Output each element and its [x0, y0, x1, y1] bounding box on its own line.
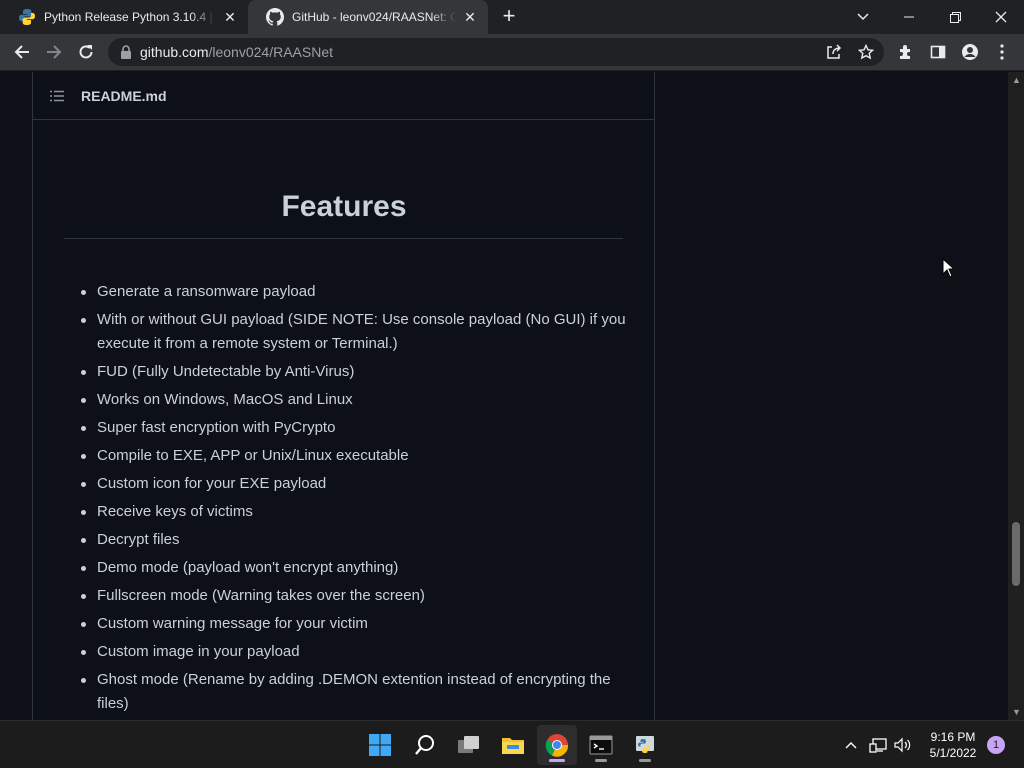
running-app-indicator [595, 759, 607, 762]
python-installer-icon [636, 736, 654, 753]
windows-logo-icon [369, 734, 391, 756]
search-button[interactable] [405, 725, 445, 765]
readme-container: README.md Features Generate a ransomware… [32, 72, 655, 720]
share-icon[interactable] [820, 38, 848, 66]
notification-badge[interactable]: 1 [987, 736, 1005, 754]
list-item: Demo mode (payload won't encrypt anythin… [81, 556, 627, 580]
task-view-icon [458, 736, 479, 753]
close-tab-icon[interactable]: ✕ [462, 9, 478, 25]
list-item: Compile to EXE, APP or Unix/Linux execut… [81, 444, 627, 468]
scroll-down-arrow-icon[interactable]: ▼ [1012, 708, 1021, 717]
back-button[interactable] [8, 38, 36, 66]
running-app-indicator [639, 759, 651, 762]
python-icon [19, 9, 35, 25]
clock-date: 5/1/2022 [929, 746, 977, 760]
browser-toolbar: github.com/leonv024/RAASNet [0, 34, 1024, 71]
list-item: Custom icon for your EXE payload [81, 472, 627, 496]
readme-filename[interactable]: README.md [81, 88, 167, 104]
system-clock[interactable]: 9:16 PM 5/1/2022 [920, 729, 986, 761]
tab-github-raasnet[interactable]: GitHub - leonv024/RAASNet: Open-Source R… [248, 0, 488, 34]
list-item: Custom warning message for your victim [81, 612, 627, 636]
github-icon [266, 8, 284, 26]
volume-icon[interactable] [893, 735, 913, 755]
network-icon[interactable] [868, 735, 888, 755]
restore-button[interactable] [932, 0, 978, 34]
list-item: Decrypt files [81, 528, 627, 552]
list-item: Super fast encryption with PyCrypto [81, 416, 627, 440]
tab-python-release[interactable]: Python Release Python 3.10.4 | Python.or… [0, 0, 248, 34]
task-view-button[interactable] [449, 725, 489, 765]
page-scrollbar[interactable]: ▲ ▼ [1008, 72, 1024, 720]
chrome-button[interactable] [537, 725, 577, 765]
chrome-icon [545, 734, 569, 757]
forward-button[interactable] [40, 38, 68, 66]
features-heading: Features [281, 190, 407, 223]
list-item: Ghost mode (Rename by adding .DEMON exte… [81, 668, 627, 716]
menu-kebab-icon[interactable] [988, 38, 1016, 66]
terminal-icon [589, 735, 613, 755]
tab-search-icon[interactable] [840, 0, 886, 34]
scrollbar-thumb[interactable] [1012, 522, 1020, 586]
tab-title: GitHub - leonv024/RAASNet: Open-Source R… [292, 10, 456, 24]
list-item: Generate a ransomware payload [81, 280, 627, 304]
terminal-button[interactable] [581, 725, 621, 765]
profile-avatar-icon[interactable] [956, 38, 984, 66]
mouse-cursor-icon [942, 258, 954, 278]
readme-sticky-header: README.md [33, 72, 654, 120]
search-icon [415, 735, 434, 755]
page-viewport: README.md Features Generate a ransomware… [0, 72, 1008, 720]
tab-strip: Python Release Python 3.10.4 | Python.or… [0, 0, 1024, 34]
heading-divider [64, 238, 623, 239]
features-list: Generate a ransomware payload With or wi… [81, 280, 627, 720]
list-item: Fullscreen mode (Warning takes over the … [81, 584, 627, 608]
scroll-up-arrow-icon[interactable]: ▲ [1012, 76, 1021, 85]
list-item: Custom image in your payload [81, 640, 627, 664]
python-app-button[interactable] [625, 725, 665, 765]
new-tab-button[interactable]: + [498, 5, 520, 28]
list-item: With or without GUI payload (SIDE NOTE: … [81, 308, 627, 356]
clock-time: 9:16 PM [930, 730, 976, 744]
list-item: Works on Windows, MacOS and Linux [81, 388, 627, 412]
bookmark-star-icon[interactable] [852, 38, 880, 66]
file-explorer-button[interactable] [493, 725, 533, 765]
side-panel-icon[interactable] [924, 38, 952, 66]
reload-button[interactable] [72, 38, 100, 66]
lock-icon [121, 45, 131, 59]
url-text: github.com/leonv024/RAASNet [140, 44, 334, 60]
folder-icon [502, 738, 524, 754]
show-hidden-icons-chevron-icon[interactable] [841, 735, 861, 755]
address-bar[interactable]: github.com/leonv024/RAASNet [108, 38, 884, 66]
close-tab-icon[interactable]: ✕ [222, 9, 238, 25]
list-item: Receive keys of victims [81, 500, 627, 524]
close-window-button[interactable] [978, 0, 1024, 34]
tab-title: Python Release Python 3.10.4 | Python.or… [44, 10, 216, 24]
list-item: FUD (Fully Undetectable by Anti-Virus) [81, 360, 627, 384]
extensions-puzzle-icon[interactable] [892, 38, 920, 66]
windows-taskbar: 9:16 PM 5/1/2022 1 [0, 720, 1024, 768]
minimize-button[interactable] [886, 0, 932, 34]
list-outline-icon[interactable] [49, 88, 65, 104]
start-button[interactable] [360, 725, 400, 765]
active-app-indicator [549, 759, 565, 762]
